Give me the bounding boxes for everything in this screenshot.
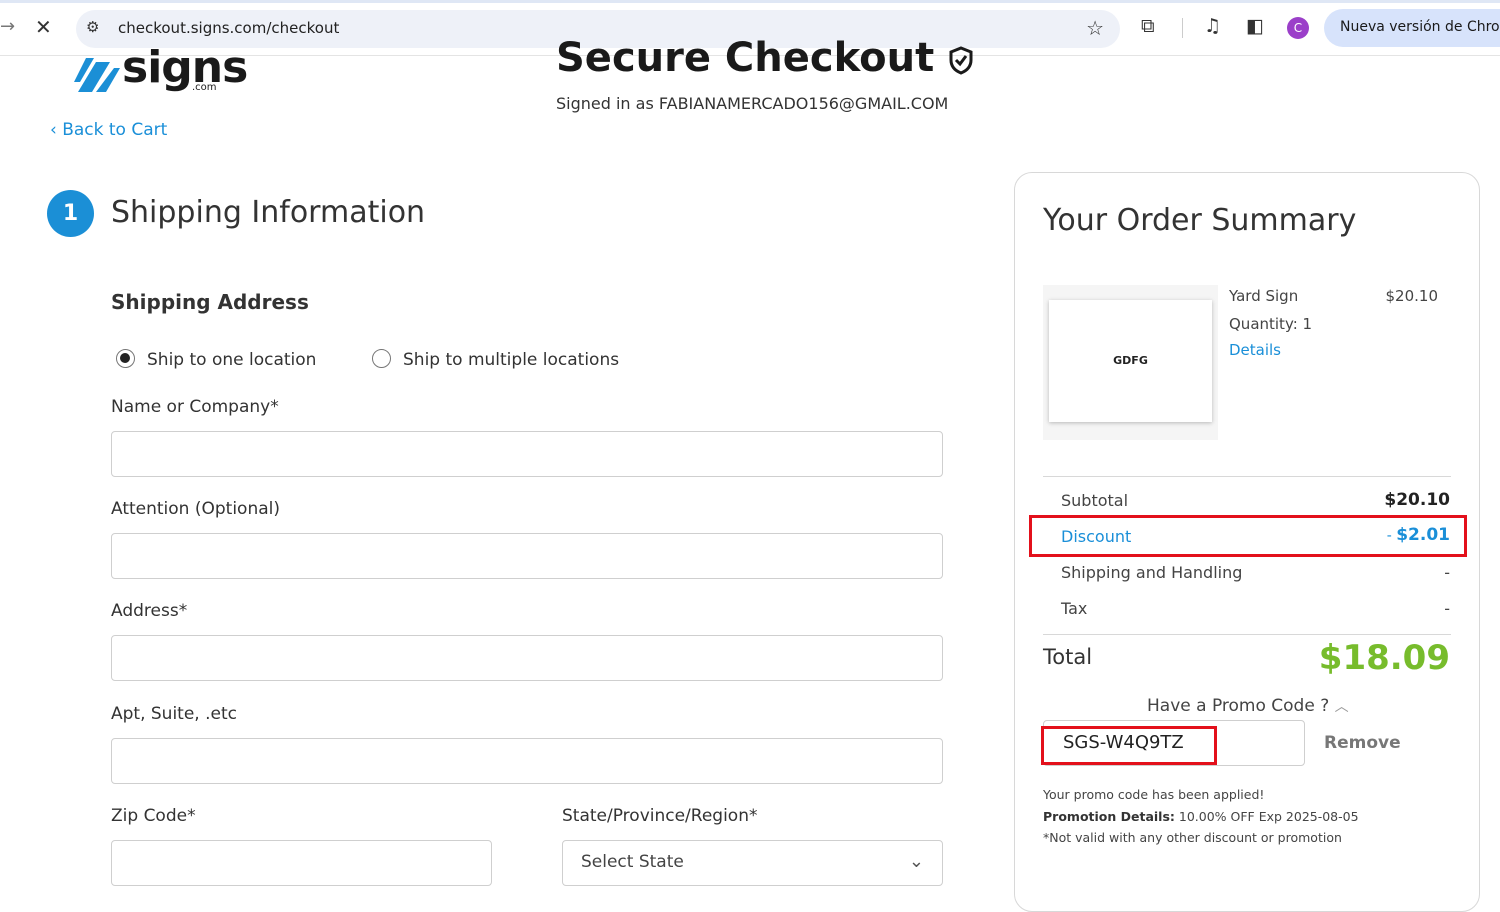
shipping-handling-label: Shipping and Handling	[1061, 563, 1243, 582]
total-value: $18.09	[1318, 638, 1450, 678]
step-number-badge: 1	[47, 190, 94, 237]
name-field-label: Name or Company*	[111, 397, 279, 417]
ship-one-location-label[interactable]: Ship to one location	[147, 350, 316, 370]
zip-field-label: Zip Code*	[111, 806, 196, 826]
promo-code-question: Have a Promo Code ?	[1147, 696, 1330, 716]
item-name: Yard Sign	[1229, 287, 1299, 305]
name-company-input[interactable]	[111, 431, 943, 477]
back-to-cart-link[interactable]: ‹ Back to Cart	[50, 120, 167, 140]
attention-input[interactable]	[111, 533, 943, 579]
chevron-down-icon: ⌄	[908, 851, 924, 872]
tax-label: Tax	[1061, 599, 1088, 618]
discount-value: - $2.01	[1387, 525, 1450, 545]
chevron-up-icon: ︿	[1334, 699, 1349, 715]
stop-loading-icon[interactable]: ✕	[35, 15, 52, 39]
state-select[interactable]: Select State ⌄	[562, 840, 943, 886]
address-input[interactable]	[111, 635, 943, 681]
ship-multiple-locations-radio[interactable]	[372, 349, 391, 368]
promotion-note: *Not valid with any other discount or pr…	[1043, 830, 1342, 845]
promo-code-toggle[interactable]: Have a Promo Code ? ︿	[1147, 696, 1349, 716]
tax-value: -	[1444, 599, 1450, 618]
subtotal-value: $20.10	[1384, 490, 1450, 510]
subtotal-label: Subtotal	[1061, 491, 1129, 510]
zip-code-input[interactable]	[111, 840, 492, 886]
chrome-update-button[interactable]: Nueva versión de Chrome	[1324, 9, 1500, 47]
item-quantity: Quantity: 1	[1229, 315, 1313, 333]
toolbar-divider	[1182, 18, 1183, 38]
item-price: $20.10	[1385, 287, 1439, 305]
address-field-label: Address*	[111, 601, 188, 621]
tab-strip-edge	[0, 0, 1500, 3]
product-thumbnail[interactable]: GDFG	[1049, 300, 1212, 422]
shipping-address-heading: Shipping Address	[111, 290, 309, 314]
profile-avatar[interactable]: C	[1287, 17, 1309, 39]
promo-applied-message: Your promo code has been applied!	[1043, 787, 1265, 802]
total-divider	[1043, 634, 1451, 635]
chevron-left-icon: ‹	[50, 120, 57, 140]
summary-divider	[1043, 476, 1451, 477]
item-details-link[interactable]: Details	[1229, 341, 1281, 359]
extensions-icon[interactable]: ⧉	[1141, 15, 1155, 37]
back-to-cart-label: Back to Cart	[62, 120, 168, 140]
shipping-handling-value: -	[1444, 563, 1450, 582]
total-label: Total	[1043, 645, 1093, 669]
promotion-details-text: 10.00% OFF Exp 2025-08-05	[1174, 809, 1359, 824]
attention-field-label: Attention (Optional)	[111, 499, 281, 519]
logo-stripes-icon	[74, 58, 120, 92]
promo-code-value[interactable]: SGS-W4Q9TZ	[1063, 732, 1184, 753]
discount-amount: $2.01	[1396, 525, 1450, 545]
promotion-details-label: Promotion Details:	[1043, 809, 1175, 824]
state-field-label: State/Province/Region*	[562, 806, 758, 826]
site-settings-icon[interactable]: ⚙	[86, 18, 99, 36]
discount-label: Discount	[1061, 527, 1132, 546]
order-summary-heading: Your Order Summary	[1043, 203, 1357, 238]
state-select-value: Select State	[581, 852, 684, 872]
forward-arrow-icon[interactable]: →	[0, 16, 15, 37]
logo-dotcom: .com	[192, 82, 217, 93]
bookmark-star-icon[interactable]: ☆	[1086, 16, 1104, 40]
page-title-text: Secure Checkout	[556, 35, 935, 81]
signed-in-text: Signed in as FABIANAMERCADO156@GMAIL.COM	[556, 94, 949, 113]
side-panel-icon[interactable]: ◧	[1246, 15, 1264, 37]
url-text[interactable]: checkout.signs.com/checkout	[118, 19, 339, 37]
shipping-information-heading: Shipping Information	[111, 195, 426, 230]
shield-check-icon	[949, 46, 973, 75]
apt-field-label: Apt, Suite, .etc	[111, 704, 237, 724]
ship-one-location-radio[interactable]	[116, 349, 135, 368]
remove-promo-button[interactable]: Remove	[1324, 733, 1401, 753]
promotion-details: Promotion Details: 10.00% OFF Exp 2025-0…	[1043, 809, 1359, 824]
page-title: Secure Checkout	[556, 35, 974, 81]
media-controls-icon[interactable]: ♫	[1204, 15, 1221, 37]
discount-minus: -	[1386, 528, 1397, 544]
logo-wordmark: signs	[122, 42, 248, 93]
apt-suite-input[interactable]	[111, 738, 943, 784]
ship-multiple-locations-label[interactable]: Ship to multiple locations	[403, 350, 619, 370]
